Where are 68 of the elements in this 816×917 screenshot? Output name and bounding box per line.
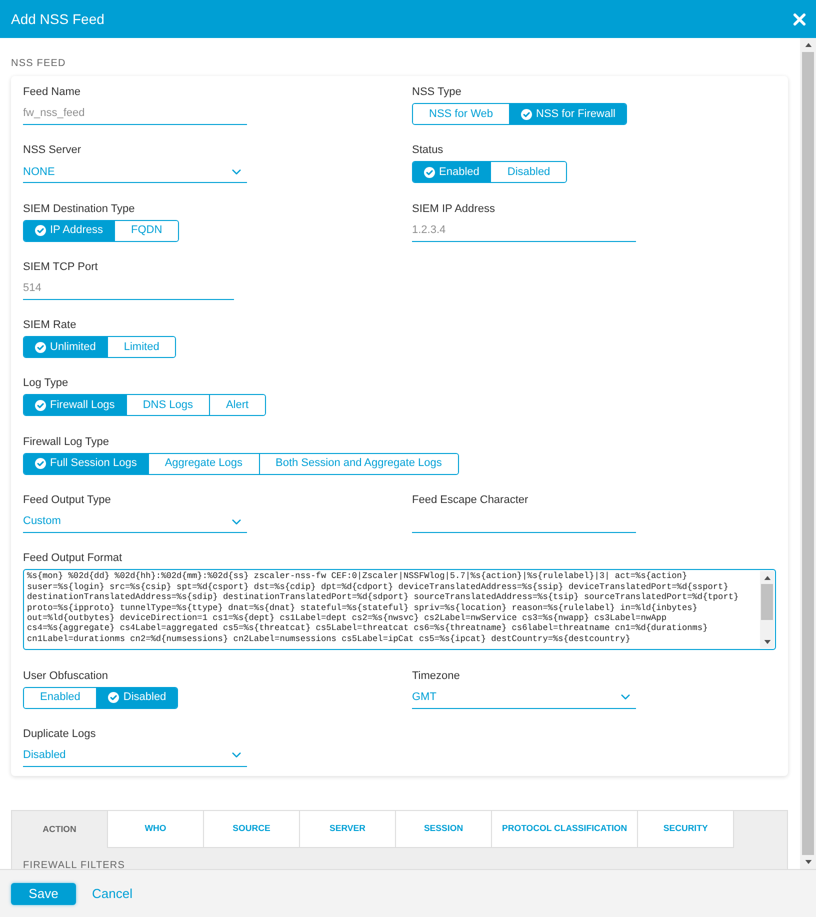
tab[interactable]: SOURCE (204, 810, 300, 848)
check-circle-icon (35, 342, 46, 353)
option-button[interactable]: Both Session and Aggregate Logs (258, 454, 458, 474)
tab[interactable]: SERVER (300, 810, 396, 848)
field-label: Log Type (23, 376, 68, 390)
check-circle-icon (35, 458, 46, 470)
text-area[interactable]: %s{mon} %02d{dd} %02d{hh}:%02d{mm}:%02d{ss} zscaler-nss-fw CEF:0|Zscaler|NSSFWlog|5.7|%s{action}|%s{rulelabel}|3| act=%s{action} suser=%s{login} src=%s{csip} spt=%d{csport} dst=%s{cdip} dpt=%d{cdport} deviceTranslatedAddress=%s{ssip} deviceTranslatedPort=%d{ssport} destinationTranslatedAddress=%s{sdip} destinationTranslatedPort=%d{sdport} sourceTranslatedAddress=%s{tsip} sourceTranslatedPort=%d{tport} proto=%s{ipproto} tunnelType=%s{ttype} dnat=%s{dnat} stateful=%s{stateful} spriv=%s{location} reason=%s{rulelabel} in=%ld{inbytes} out=%ld{outbytes} deviceDirection=1 cs1=%s{dept} cs1Label=dept cs2=%s{nwsvc} cs2Label=nwService cs3=%s{nwapp} cs3Label=nwApp cs4=%s{aggregate} cs4Label=aggregated cs5=%s{threatcat} cs5Label=threatcat cs6=%s{threatname} cs6label=threatname cn1=%d{durationms} cn1Label=durationms cn2=%d{numsessions} cn2Label=numsessions cs5Label=ipCat cs5=%s{ipcat} destCountry=%s{destcountry} (23, 569, 776, 650)
field-label: Feed Output Format (23, 551, 122, 566)
dropdown[interactable]: GMT (412, 686, 636, 709)
option-button[interactable]: Alert (208, 395, 265, 416)
close-button[interactable] (793, 12, 806, 26)
dropdown[interactable]: Disabled (23, 744, 247, 767)
close-icon (793, 12, 806, 26)
field-label: Feed Name (23, 85, 80, 99)
section-heading: FIREWALL FILTERS (23, 860, 126, 869)
option-button[interactable]: Enabled (413, 162, 490, 182)
scrollbar[interactable] (800, 38, 816, 869)
chevron-down-icon (232, 518, 241, 525)
field-label: User Obfuscation (23, 668, 108, 683)
dropdown[interactable]: Custom (23, 511, 247, 534)
text-field[interactable]: fw_nss_feed (23, 103, 247, 125)
field-label: Timezone (412, 668, 460, 683)
option-button[interactable]: Firewall Logs (24, 395, 126, 416)
section-heading: NSS FEED (11, 58, 66, 70)
chevron-down-icon (232, 168, 241, 175)
window-title: Add NSS Feed (11, 10, 104, 28)
field-label: NSS Type (412, 85, 462, 99)
scrollbar[interactable] (760, 571, 774, 648)
scroll-down-icon[interactable] (764, 640, 770, 644)
cancel-link[interactable]: Cancel (92, 884, 132, 904)
chevron-down-icon (232, 752, 241, 758)
scrollbar-thumb[interactable] (761, 584, 773, 620)
field-label: Status (412, 143, 444, 158)
dropdown[interactable]: NONE (23, 161, 247, 184)
scroll-up-icon[interactable] (764, 576, 770, 580)
option-button[interactable]: FQDN (114, 220, 178, 241)
field-label: Feed Escape Character (412, 493, 528, 508)
check-circle-icon (35, 400, 46, 411)
field-label: SIEM TCP Port (23, 260, 98, 274)
check-circle-icon (35, 225, 46, 236)
field-label: Feed Output Type (23, 493, 111, 508)
scrollbar-thumb[interactable] (802, 52, 814, 855)
option-button[interactable]: Disabled (96, 688, 178, 708)
field-label: SIEM Rate (23, 318, 76, 332)
text-field[interactable]: 1.2.3.4 (412, 220, 636, 242)
field-label: SIEM IP Address (412, 202, 495, 216)
tab[interactable]: SESSION (396, 810, 492, 848)
field-label: Firewall Log Type (23, 434, 110, 449)
option-button[interactable]: NSS for Firewall (509, 104, 626, 124)
text-field[interactable]: 514 (23, 278, 234, 300)
option-button[interactable]: Full Session Logs (24, 454, 148, 474)
option-button[interactable]: Limited (106, 337, 176, 358)
check-circle-icon (108, 692, 120, 704)
tab[interactable]: PROTOCOL CLASSIFICATION (492, 810, 638, 848)
chevron-down-icon (621, 694, 630, 700)
tab[interactable]: WHO (108, 810, 204, 848)
scroll-down-icon[interactable] (804, 860, 812, 864)
field-label: SIEM Destination Type (23, 202, 135, 216)
scroll-up-icon[interactable] (804, 43, 812, 47)
check-circle-icon (521, 108, 532, 120)
option-button[interactable]: Unlimited (24, 337, 107, 358)
tab[interactable]: SECURITY (638, 810, 734, 848)
option-button[interactable]: Disabled (490, 162, 566, 182)
field-label: Duplicate Logs (23, 726, 96, 741)
check-circle-icon (424, 166, 435, 178)
option-button[interactable]: IP Address (24, 220, 114, 241)
field-label: NSS Server (23, 143, 82, 158)
save-button[interactable]: Save (11, 882, 76, 904)
